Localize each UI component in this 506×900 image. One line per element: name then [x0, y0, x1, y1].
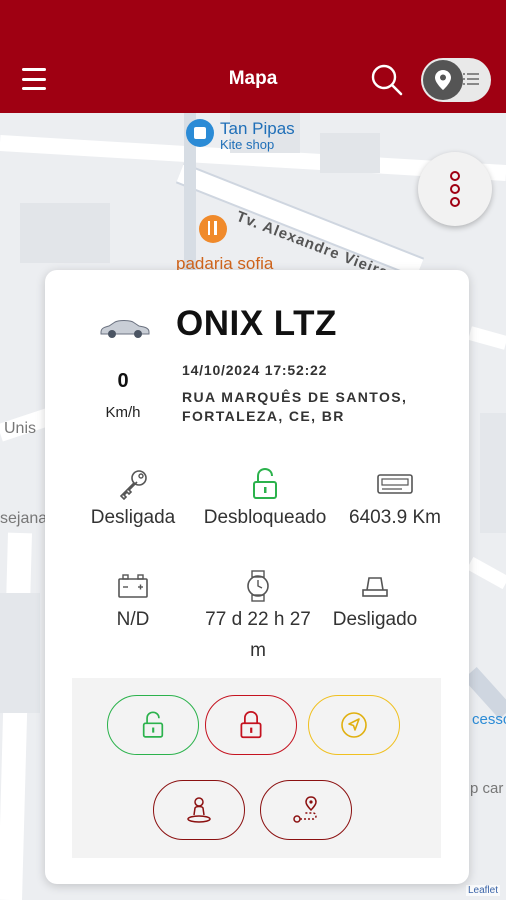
navigate-button[interactable]: [308, 695, 400, 755]
vehicle-name: ONIX LTZ: [176, 304, 337, 343]
lock-icon: [240, 711, 262, 739]
navigation-icon: [341, 712, 367, 738]
battery-status: N/D: [90, 570, 176, 635]
car-icon: [100, 320, 150, 338]
search-icon[interactable]: [370, 63, 404, 97]
unlock-icon: [142, 711, 164, 738]
key-icon: [119, 470, 147, 500]
vehicle-card: ONIX LTZ 0 Km/h 14/10/2024 17:52:22 RUA …: [45, 270, 469, 884]
unlock-icon: [253, 468, 277, 499]
unlock-button[interactable]: [107, 695, 199, 755]
route-button[interactable]: [260, 780, 352, 840]
map-label-unis: Unis: [4, 420, 37, 437]
person-location-button[interactable]: [153, 780, 245, 840]
speed-unit: Km/h: [105, 404, 141, 421]
map-attribution[interactable]: Leaflet: [465, 885, 500, 896]
more-options-button[interactable]: [418, 152, 492, 226]
odometer-icon: [377, 474, 413, 494]
battery-icon: [118, 574, 148, 598]
route-icon: [293, 796, 317, 823]
more-vertical-icon: [450, 171, 460, 181]
map-pin-icon: [423, 60, 463, 100]
person-pin-icon: [187, 797, 211, 823]
map-label-acesso: cesso: [472, 711, 506, 728]
odometer: 6403.9 Km: [345, 468, 445, 533]
power-status: Desligado: [323, 570, 427, 635]
last-update-datetime: 14/10/2024 17:52:22: [182, 362, 328, 378]
engine-icon: [362, 577, 388, 597]
map-label-sejana: sejana: [0, 510, 48, 527]
speed-value: 0: [117, 370, 129, 392]
poi-tan-pipas[interactable]: Tan Pipas: [220, 119, 295, 139]
list-icon: [463, 73, 479, 85]
poi-tan-pipas-category: Kite shop: [220, 137, 275, 152]
time-status: 77 d 22 h 27 m: [203, 570, 313, 666]
app-header: Mapa: [0, 0, 506, 113]
lock-button[interactable]: [205, 695, 297, 755]
view-toggle[interactable]: [421, 58, 491, 102]
vehicle-address: RUA MARQUÊS DE SANTOS, FORTALEZA, CE, BR: [182, 389, 408, 424]
ignition-status: Desligada: [75, 468, 191, 533]
action-panel: [72, 678, 441, 858]
lock-status: Desbloqueado: [193, 468, 337, 533]
map-label-p-car: p car: [470, 780, 504, 797]
watch-icon: [247, 570, 269, 602]
